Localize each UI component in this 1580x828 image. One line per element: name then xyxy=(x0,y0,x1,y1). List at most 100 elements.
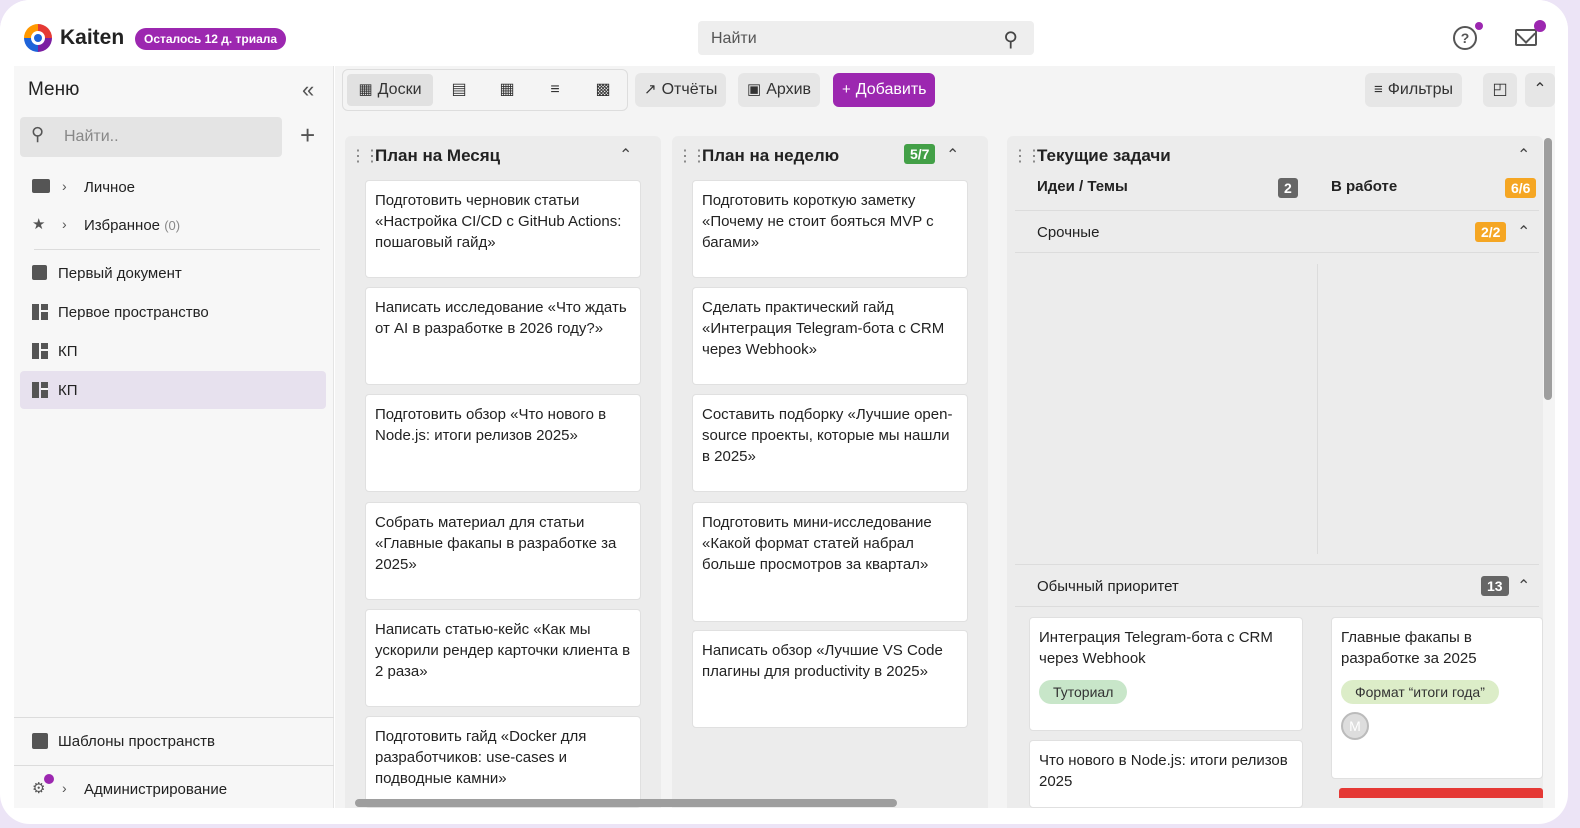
chevron-right-icon[interactable]: › xyxy=(62,216,67,232)
lane-badge: 13 xyxy=(1481,576,1509,596)
sidebar-item-label: Первое пространство xyxy=(58,304,209,321)
calendar-icon: ▩ xyxy=(595,81,611,98)
sidebar-item-favorites[interactable]: ★ › Избранное (0) xyxy=(20,206,326,244)
boards-view-button[interactable]: ▦ Доски xyxy=(347,74,433,106)
mail-icon[interactable] xyxy=(1515,29,1537,46)
filters-button[interactable]: ≡ Фильтры xyxy=(1365,73,1463,107)
sidebar-item-label: КП xyxy=(58,382,78,399)
sidebar-item-first-space[interactable]: Первое пространство xyxy=(20,293,326,331)
chevron-right-icon[interactable]: › xyxy=(62,178,67,194)
card-tag[interactable]: Туториал xyxy=(1039,680,1128,704)
top-bar: Kaiten Осталось 12 д. триала Найти ⚲ ? xyxy=(0,0,1568,66)
chevron-up-icon[interactable]: ⌃ xyxy=(946,145,959,165)
reports-label: Отчёты xyxy=(661,81,718,98)
card[interactable]: Подготовить черновик статьи «Настройка C… xyxy=(365,180,641,278)
card[interactable]: Собрать материал для статьи «Главные фак… xyxy=(365,502,641,600)
customize-button[interactable]: ◰ xyxy=(1483,73,1517,107)
help-notification-dot xyxy=(1475,22,1483,30)
card[interactable]: Написать статью-кейс «Как мы ускорили ре… xyxy=(365,609,641,707)
calendar-view-button[interactable]: ▩ xyxy=(585,74,621,106)
card-text: Главные факапы в разработке за 2025 xyxy=(1341,629,1477,667)
sidebar-title: Меню xyxy=(28,79,80,100)
avatar[interactable]: М xyxy=(1341,712,1369,740)
star-icon: ★ xyxy=(32,216,46,233)
archive-button[interactable]: ▣ Архив xyxy=(738,73,821,107)
card[interactable]: Составить подборку «Лучшие open-source п… xyxy=(692,394,968,492)
timeline-view-button[interactable]: ≡ xyxy=(537,74,573,106)
chevron-up-icon[interactable]: ⌃ xyxy=(1517,145,1530,165)
admin-notification-dot xyxy=(44,774,54,784)
sidebar-item-label: Первый документ xyxy=(58,265,182,282)
card[interactable]: Подготовить короткую заметку «Почему не … xyxy=(692,180,968,278)
search-icon: ⚲ xyxy=(1003,29,1018,51)
sidebar-item-templates[interactable]: Шаблоны пространств xyxy=(20,722,326,760)
subcolumn-title[interactable]: В работе xyxy=(1331,178,1397,195)
sidebar-divider xyxy=(34,249,320,250)
column-title[interactable]: План на неделю xyxy=(702,146,839,166)
lane-divider xyxy=(1015,606,1539,607)
card-color-strip[interactable] xyxy=(1339,788,1543,798)
lane-badge: 2/2 xyxy=(1475,222,1507,242)
chevron-double-up-icon: ⌃ xyxy=(1533,81,1547,98)
sidebar: Меню « ⚲ Найти.. + › Личное ★ › Избранно… xyxy=(14,66,334,808)
drag-handle-icon[interactable]: ⋮⋮ xyxy=(1012,146,1042,166)
reports-button[interactable]: ↗ Отчёты xyxy=(635,73,727,107)
kaiten-logo-icon[interactable] xyxy=(24,24,52,52)
chevron-up-icon[interactable]: ⌃ xyxy=(619,145,632,165)
card[interactable]: Подготовить мини-исследование «Какой фор… xyxy=(692,502,968,622)
trial-badge[interactable]: Осталось 12 д. триала xyxy=(135,28,287,50)
chevron-up-icon[interactable]: ⌃ xyxy=(1517,222,1530,242)
vertical-scrollbar[interactable] xyxy=(1544,138,1552,400)
sidebar-item-personal[interactable]: › Личное xyxy=(20,168,326,206)
subcolumn-title[interactable]: Идеи / Темы xyxy=(1037,178,1128,195)
sidebar-divider xyxy=(14,765,334,766)
card[interactable]: Подготовить обзор «Что нового в Node.js:… xyxy=(365,394,641,492)
drag-handle-icon[interactable]: ⋮⋮ xyxy=(350,146,380,166)
table-view-button[interactable]: ▦ xyxy=(489,74,525,106)
list-view-icon: ▤ xyxy=(451,81,467,98)
add-button[interactable]: + Добавить xyxy=(833,73,936,107)
horizontal-scrollbar[interactable] xyxy=(355,799,897,807)
plus-icon: + xyxy=(842,81,851,98)
lane-title[interactable]: Обычный приоритет xyxy=(1037,578,1179,595)
chevron-up-icon[interactable]: ⌃ xyxy=(1517,576,1530,596)
card-tag[interactable]: Формат “итоги года” xyxy=(1341,680,1499,704)
sidebar-item-kp[interactable]: КП xyxy=(20,332,326,370)
card[interactable]: Подготовить гайд «Docker для разработчик… xyxy=(365,716,641,808)
drag-handle-icon[interactable]: ⋮⋮ xyxy=(677,146,707,166)
boards-icon: ▦ xyxy=(358,81,373,98)
card[interactable]: Главные факапы в разработке за 2025 Форм… xyxy=(1331,617,1543,779)
chevron-right-icon[interactable]: › xyxy=(62,780,67,796)
sidebar-item-label: КП xyxy=(58,343,78,360)
add-space-button[interactable]: + xyxy=(300,122,315,148)
card[interactable]: Написать обзор «Лучшие VS Code плагины д… xyxy=(692,630,968,728)
collapse-toolbar-button[interactable]: ⌃ xyxy=(1525,73,1555,107)
card[interactable]: Интеграция Telegram-бота с CRM через Web… xyxy=(1029,617,1303,731)
collapse-sidebar-icon[interactable]: « xyxy=(302,77,314,103)
lane-divider xyxy=(1015,210,1539,211)
sidebar-item-label: Личное xyxy=(84,179,136,196)
column-title[interactable]: Текущие задачи xyxy=(1037,146,1171,166)
board-area: ▦ Доски ▤ ▦ ≡ ▩ ↗ Отчёты ▣ Архив + Добавить … xyxy=(335,66,1555,808)
help-icon[interactable]: ? xyxy=(1453,26,1477,50)
column-title[interactable]: План на Месяц xyxy=(375,146,500,166)
card[interactable]: Что нового в Node.js: итоги релизов 2025 xyxy=(1029,740,1303,808)
brand-name[interactable]: Kaiten xyxy=(60,26,124,50)
list-view-button[interactable]: ▤ xyxy=(441,74,477,106)
lane-title[interactable]: Срочные xyxy=(1037,224,1099,241)
board-icon xyxy=(32,304,49,320)
sidebar-search-input[interactable]: ⚲ Найти.. xyxy=(20,117,282,157)
card-text: Интеграция Telegram-бота с CRM через Web… xyxy=(1039,629,1273,667)
sidebar-item-label: Шаблоны пространств xyxy=(58,733,215,750)
card[interactable]: Написать исследование «Что ждать от AI в… xyxy=(365,287,641,385)
table-view-icon: ▦ xyxy=(499,81,515,98)
lane-divider xyxy=(1015,564,1539,565)
sidebar-item-kp-active[interactable]: КП xyxy=(20,371,326,409)
sidebar-item-admin[interactable]: ⚙ › Администрирование xyxy=(20,770,326,808)
archive-icon: ▣ xyxy=(747,81,762,98)
sidebar-item-first-document[interactable]: Первый документ xyxy=(20,254,326,292)
boards-view-label: Доски xyxy=(377,81,422,98)
sidebar-item-label: Администрирование xyxy=(84,781,228,798)
card[interactable]: Сделать практический гайд «Интеграция Te… xyxy=(692,287,968,385)
global-search-input[interactable]: Найти ⚲ xyxy=(698,21,1034,55)
